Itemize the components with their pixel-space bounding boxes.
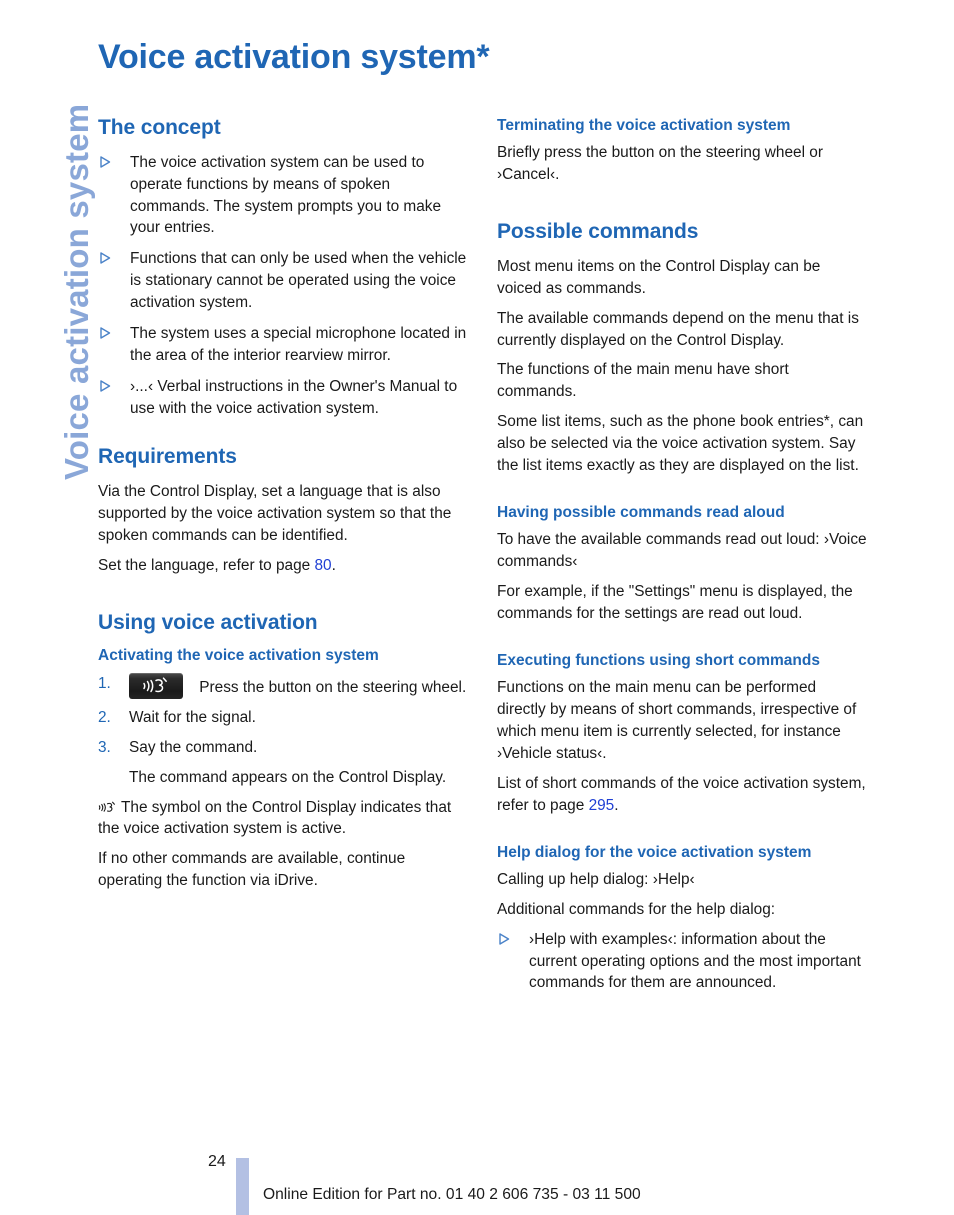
section-read-aloud: Having possible commands read aloud To h… xyxy=(497,503,869,625)
symbol-note: The symbol on the Control Display indica… xyxy=(98,797,470,841)
heading-help-dialog: Help dialog for the voice activation sys… xyxy=(497,843,812,861)
page-ref-link[interactable]: 295 xyxy=(589,797,615,814)
list-item: ›Help with examples‹: information about … xyxy=(497,929,869,995)
list-item: 2. Wait for the signal. xyxy=(98,707,470,729)
list-item-text: Functions that can only be used when the… xyxy=(130,250,467,312)
footer-accent-bar xyxy=(236,1158,249,1215)
page-ref-lead: Set the language, refer to page xyxy=(98,556,315,574)
heading-possible-commands: Possible commands xyxy=(497,220,699,244)
list-item-text: ›...‹ Verbal instructions in the Owner's… xyxy=(130,377,458,417)
list-item: Functions that can only be used when the… xyxy=(98,248,470,314)
right-column: Terminating the voice activation system … xyxy=(497,116,869,1003)
heading-requirements: Requirements xyxy=(98,445,237,469)
read-aloud-paragraph: For example, if the "Settings" menu is d… xyxy=(497,583,853,622)
page-title: Voice activation system* xyxy=(98,38,490,76)
section-possible-commands: Possible commands Most menu items on the… xyxy=(497,220,869,477)
running-head: Voice activation system xyxy=(0,0,95,520)
running-head-label: Voice activation system xyxy=(58,103,95,480)
step3-note: The command appears on the Control Displ… xyxy=(129,768,447,786)
list-item-text: ›Help with examples‹: information about … xyxy=(529,930,861,992)
possible-commands-paragraph: The available commands depend on the men… xyxy=(497,309,859,349)
concept-bullet-list: The voice activation system can be used … xyxy=(98,152,470,420)
voice-button-icon[interactable] xyxy=(129,672,183,699)
list-item: The system uses a special microphone loc… xyxy=(98,323,470,367)
requirements-paragraph: Via the Control Display, set a language … xyxy=(98,483,452,544)
activation-step-list: 1. Press the button on the steering whee… xyxy=(98,672,470,759)
requirements-page-reference: Set the language, refer to page 80. xyxy=(98,555,470,577)
page-ref-tail: . xyxy=(614,796,619,814)
list-item-text: The voice activation system can be used … xyxy=(130,153,442,237)
list-item-text: The system uses a special microphone loc… xyxy=(130,324,467,364)
page-ref-lead: List of short commands of the voice acti… xyxy=(497,774,866,814)
help-dialog-paragraph: Additional commands for the help dialog: xyxy=(497,900,776,918)
section-terminating: Terminating the voice activation system … xyxy=(497,116,869,186)
help-dialog-paragraph: Calling up help dialog: ›Help‹ xyxy=(497,870,695,888)
list-item: The voice activation system can be used … xyxy=(98,152,470,240)
step-number: 2. xyxy=(98,708,111,726)
subheading-activating: Activating the voice activation system xyxy=(98,647,379,665)
read-aloud-paragraph: To have the available commands read out … xyxy=(497,531,867,571)
heading-the-concept: The concept xyxy=(98,116,221,139)
list-item: ›...‹ Verbal instructions in the Owner's… xyxy=(98,376,470,420)
section-the-concept: The concept The voice activation system … xyxy=(98,116,470,419)
step-number: 3. xyxy=(98,738,111,756)
step-text: Press the button on the steering wheel. xyxy=(199,678,467,696)
footer-edition-note: Online Edition for Part no. 01 40 2 606 … xyxy=(263,1186,641,1203)
section-using-voice-activation: Using voice activation Activating the vo… xyxy=(98,611,470,892)
closing-note: If no other commands are available, cont… xyxy=(98,850,406,890)
heading-read-aloud: Having possible commands read aloud xyxy=(497,503,785,521)
section-help-dialog: Help dialog for the voice activation sys… xyxy=(497,843,869,995)
step-text: Say the command. xyxy=(129,738,258,756)
short-commands-page-reference: List of short commands of the voice acti… xyxy=(497,773,869,817)
step-text: Wait for the signal. xyxy=(129,708,256,726)
possible-commands-paragraph: Most menu items on the Control Display c… xyxy=(497,257,821,297)
left-column: The concept The voice activation system … xyxy=(98,116,470,900)
page-number: 24 xyxy=(208,1153,226,1170)
heading-using-voice-activation: Using voice activation xyxy=(98,610,318,634)
list-item: 1. Press the button on the steering whee… xyxy=(98,672,470,699)
voice-active-symbol-icon xyxy=(98,799,117,816)
list-item: 3. Say the command. xyxy=(98,737,470,759)
possible-commands-paragraph: The functions of the main menu have shor… xyxy=(497,361,789,401)
symbol-note-text: The symbol on the Control Display indica… xyxy=(98,798,452,838)
heading-short-commands: Executing functions using short commands xyxy=(497,651,820,669)
terminating-paragraph: Briefly press the button on the steering… xyxy=(497,144,823,184)
step-number: 1. xyxy=(98,674,111,692)
short-commands-paragraph: Functions on the main menu can be perfor… xyxy=(497,679,857,762)
section-short-commands: Executing functions using short commands… xyxy=(497,651,869,817)
heading-terminating: Terminating the voice activation system xyxy=(497,117,791,134)
page-ref-link[interactable]: 80 xyxy=(314,557,331,574)
section-requirements: Requirements Via the Control Display, se… xyxy=(98,445,470,576)
help-dialog-bullet-list: ›Help with examples‹: information about … xyxy=(497,929,869,995)
page-ref-tail: . xyxy=(331,556,336,574)
possible-commands-paragraph: Some list items, such as the phone book … xyxy=(497,413,864,474)
